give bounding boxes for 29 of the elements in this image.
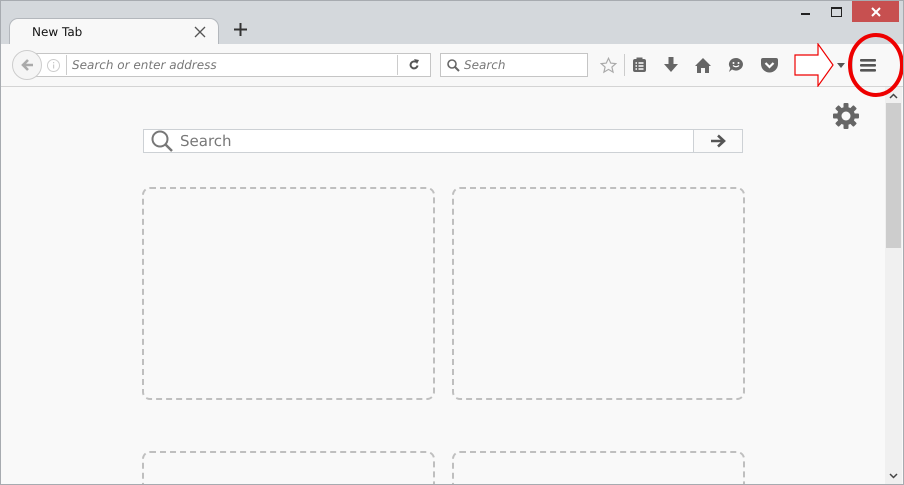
back-arrow-icon (20, 58, 34, 72)
dropdown-caret-icon[interactable] (837, 62, 845, 68)
search-bar[interactable]: Search (440, 53, 588, 77)
empty-tile[interactable] (452, 187, 744, 400)
search-go-button[interactable] (693, 130, 742, 152)
maximize-icon[interactable] (831, 7, 842, 17)
arrow-right-icon (710, 134, 726, 148)
scrollbar[interactable] (885, 87, 902, 484)
close-icon (870, 6, 880, 16)
new-tab-icon[interactable] (234, 23, 247, 36)
scrollbar-thumb[interactable] (886, 103, 901, 248)
clipboard-list-icon[interactable] (632, 57, 647, 73)
scroll-up-icon[interactable] (889, 93, 898, 99)
download-icon[interactable] (664, 57, 678, 73)
reload-icon[interactable] (408, 59, 420, 71)
search-icon (447, 58, 460, 72)
menu-icon[interactable] (860, 58, 876, 72)
star-icon[interactable] (600, 56, 617, 74)
empty-tile[interactable] (142, 187, 434, 400)
close-icon[interactable] (194, 26, 206, 38)
search-icon (151, 130, 173, 152)
home-icon[interactable] (695, 58, 711, 72)
page-search-bar[interactable]: Search (143, 129, 743, 153)
smiley-chat-icon[interactable] (728, 57, 744, 73)
search-field[interactable]: Search (460, 57, 584, 73)
page-search-field[interactable]: Search (178, 131, 693, 151)
scroll-down-icon[interactable] (889, 473, 898, 479)
close-window-button[interactable] (852, 1, 899, 22)
browser-tab[interactable]: New Tab (9, 18, 219, 44)
